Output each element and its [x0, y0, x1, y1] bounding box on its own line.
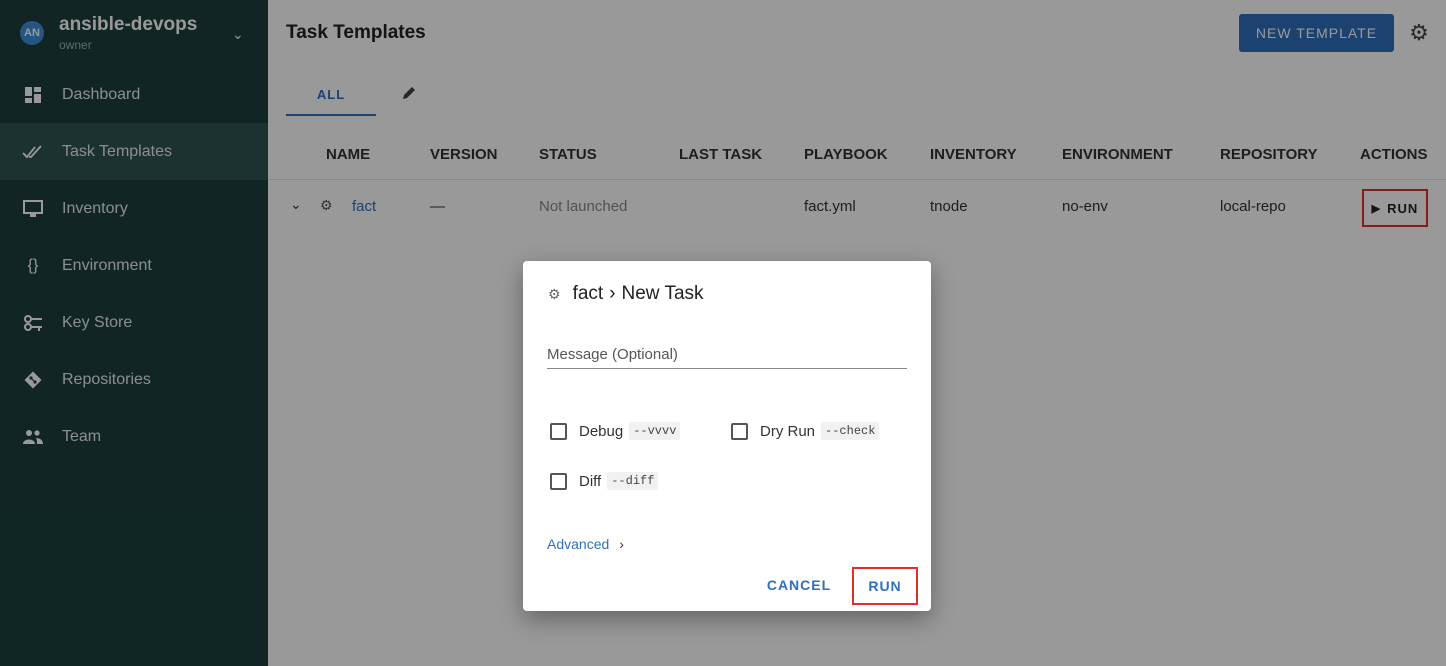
cancel-button[interactable]: CANCEL — [761, 568, 837, 602]
option-flag: --check — [821, 422, 880, 440]
diff-checkbox[interactable] — [550, 472, 567, 490]
option-flag: --vvvv — [629, 422, 681, 440]
option-flag: --diff — [607, 472, 659, 490]
option-label: Dry Run — [760, 422, 816, 440]
breadcrumb-separator-icon: › — [609, 283, 616, 304]
diff-option[interactable]: Diff --diff — [550, 472, 659, 490]
dialog-title: ⚙ fact › New Task — [548, 283, 704, 305]
message-input[interactable] — [547, 341, 907, 369]
option-label: Debug — [579, 422, 624, 440]
advanced-label: Advanced — [547, 536, 610, 552]
option-label: Diff — [579, 472, 602, 490]
run-task-button[interactable]: RUN — [852, 567, 918, 605]
debug-checkbox[interactable] — [550, 422, 567, 440]
gear-icon: ⚙ — [548, 285, 561, 302]
dialog-template-name: fact — [572, 283, 604, 304]
dry-run-checkbox[interactable] — [731, 422, 748, 440]
debug-option[interactable]: Debug --vvvv — [550, 422, 681, 440]
dialog-title-text: New Task — [621, 283, 704, 304]
advanced-toggle[interactable]: Advanced › — [547, 536, 624, 552]
new-task-dialog: ⚙ fact › New Task Debug --vvvv Dry Run -… — [523, 261, 931, 611]
dry-run-option[interactable]: Dry Run --check — [731, 422, 880, 440]
chevron-right-icon: › — [619, 536, 624, 552]
